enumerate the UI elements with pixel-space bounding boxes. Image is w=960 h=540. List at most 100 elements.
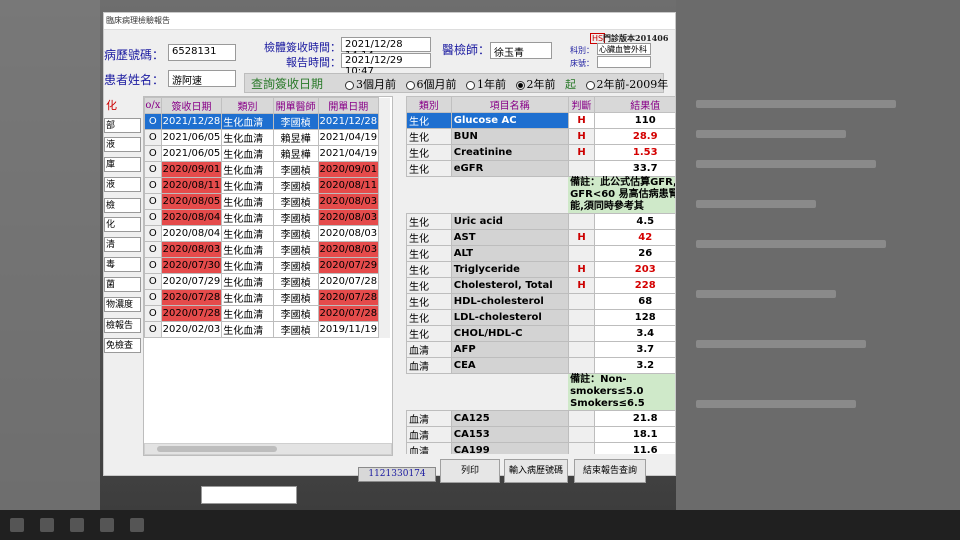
sidebar-button[interactable]: 化: [104, 97, 141, 112]
taskbar-app-icon[interactable]: [40, 518, 54, 532]
input-chart-no-button[interactable]: 輸入病歷號碼: [504, 459, 568, 483]
row-spacer: [378, 209, 390, 226]
from-label: 起: [565, 78, 576, 91]
report-row[interactable]: O 2020/08/04 生化血清 李國楨 2020/08/03: [144, 209, 390, 226]
result-item-name: Cholesterol, Total: [450, 277, 569, 294]
report-order-date: 2019/11/19: [317, 321, 380, 338]
result-row[interactable]: 生化 Creatinine H 1.53: [406, 144, 675, 161]
list-horizontal-scrollbar[interactable]: [144, 443, 392, 455]
col-order-doctor[interactable]: 開單醫師: [272, 97, 319, 114]
col-ox[interactable]: o/x: [144, 97, 162, 114]
result-row[interactable]: 生化 ALT 26: [406, 245, 675, 262]
result-item-name: BUN: [450, 128, 569, 145]
report-row[interactable]: O 2020/07/28 生化血清 李國楨 2020/07/28: [144, 305, 390, 322]
radio-2-years-2009[interactable]: 2年前-2009年: [585, 78, 668, 91]
result-row[interactable]: 生化 Cholesterol, Total H 228: [406, 277, 675, 294]
result-row[interactable]: 血清 CA153 18.1: [406, 426, 675, 443]
radio-1-year[interactable]: 1年前: [466, 78, 506, 91]
report-row[interactable]: O 2020/02/03 生化血清 李國楨 2019/11/19: [144, 321, 390, 338]
report-receive-date: 2020/08/04: [160, 209, 223, 226]
col-flag[interactable]: 判斷: [567, 96, 596, 113]
result-row[interactable]: 血清 CA125 21.8: [406, 410, 675, 427]
col-order-date[interactable]: 開單日期: [317, 97, 380, 114]
sidebar-button[interactable]: 液: [104, 177, 141, 192]
sidebar-button[interactable]: 化: [104, 217, 141, 232]
report-row[interactable]: O 2021/12/28 生化血清 李國楨 2021/12/28: [144, 113, 390, 130]
sidebar-button[interactable]: 檢報告: [104, 318, 141, 333]
sidebar-button[interactable]: 庫: [104, 157, 141, 172]
sidebar-button[interactable]: 檢: [104, 198, 141, 213]
result-flag: [567, 426, 596, 443]
result-row[interactable]: 生化 AST H 42: [406, 229, 675, 246]
radio-icon: [345, 80, 354, 90]
report-ox: O: [144, 193, 162, 210]
report-type: 生化血清: [221, 273, 274, 290]
result-category: 生化: [406, 325, 452, 342]
report-row[interactable]: O 2020/07/30 生化血清 李國楨 2020/07/29: [144, 257, 390, 274]
result-category: 血清: [406, 341, 452, 358]
taskbar-app-icon[interactable]: [100, 518, 114, 532]
result-category: 生化: [406, 293, 452, 310]
report-doctor: 賴昱樺: [272, 145, 319, 162]
report-row[interactable]: O 2020/07/28 生化血清 李國楨 2020/07/28: [144, 289, 390, 306]
result-note: 備註：Non-smokers≤5.0 Smokers≤6.5: [568, 373, 675, 411]
report-row[interactable]: O 2020/09/01 生化血清 李國楨 2020/09/01: [144, 161, 390, 178]
result-row[interactable]: 血清 AFP 3.7: [406, 341, 675, 358]
result-row[interactable]: 生化 LDL-cholesterol 128: [406, 309, 675, 326]
result-flag: [567, 410, 596, 427]
col-result[interactable]: 結果值: [594, 96, 675, 113]
exit-report-button[interactable]: 結束報告查詢: [574, 459, 646, 483]
sidebar-button[interactable]: 物濃度: [104, 297, 141, 312]
result-row[interactable]: 生化 eGFR 33.7: [406, 160, 675, 177]
result-row[interactable]: 血清 CEA 3.2: [406, 357, 675, 374]
report-row[interactable]: O 2021/06/05 生化血清 賴昱樺 2021/04/19: [144, 145, 390, 162]
result-row[interactable]: 生化 CHOL/HDL-C 3.4: [406, 325, 675, 342]
report-row[interactable]: O 2020/08/05 生化血清 李國楨 2020/08/03: [144, 193, 390, 210]
col-item-name[interactable]: 項目名稱: [450, 96, 569, 113]
col-category[interactable]: 類別: [406, 96, 452, 113]
report-doctor: 李國楨: [272, 241, 319, 258]
taskbar-app-icon[interactable]: [130, 518, 144, 532]
sidebar-button[interactable]: 部: [104, 118, 141, 133]
chart-no-field[interactable]: 6528131: [168, 44, 236, 61]
sidebar-button[interactable]: 免檢查: [104, 338, 141, 353]
result-row[interactable]: 生化 BUN H 28.9: [406, 128, 675, 145]
sidebar-button[interactable]: 毒: [104, 257, 141, 272]
print-button[interactable]: 列印: [440, 459, 500, 483]
report-doctor: 李國楨: [272, 209, 319, 226]
result-row[interactable]: 生化 Glucose AC H 110: [406, 112, 675, 129]
report-receive-date: 2020/07/30: [160, 257, 223, 274]
result-row[interactable]: 血清 CA199 11.6: [406, 442, 675, 454]
report-row[interactable]: O 2020/08/04 生化血清 李國楨 2020/08/03: [144, 225, 390, 242]
report-type: 生化血清: [221, 225, 274, 242]
receive-time-label: 檢體簽收時間：: [264, 41, 341, 54]
col-type[interactable]: 類別: [221, 97, 274, 114]
result-category: 生化: [406, 112, 452, 129]
report-row[interactable]: O 2020/07/29 生化血清 李國楨 2020/07/28: [144, 273, 390, 290]
scrollbar-thumb[interactable]: [157, 446, 277, 452]
report-order-date: 2020/09/01: [317, 161, 380, 178]
result-value: 203: [594, 261, 675, 278]
report-type: 生化血清: [221, 289, 274, 306]
report-row[interactable]: O 2021/06/05 生化血清 賴昱樺 2021/04/19: [144, 129, 390, 146]
sidebar-button[interactable]: 液: [104, 137, 141, 152]
report-row[interactable]: O 2020/08/11 生化血清 李國楨 2020/08/11: [144, 177, 390, 194]
taskbar-app-icon[interactable]: [70, 518, 84, 532]
radio-3-months[interactable]: 3個月前: [345, 78, 396, 91]
sidebar-button[interactable]: 菌: [104, 277, 141, 292]
result-row[interactable]: 生化 HDL-cholesterol 68: [406, 293, 675, 310]
result-row[interactable]: 生化 Uric acid 4.5: [406, 213, 675, 230]
sidebar-button[interactable]: 清: [104, 237, 141, 252]
result-value: 1.53: [594, 144, 675, 161]
report-doctor: 李國楨: [272, 257, 319, 274]
report-receive-date: 2020/09/01: [160, 161, 223, 178]
result-row[interactable]: 生化 Triglyceride H 203: [406, 261, 675, 278]
taskbar: [0, 510, 960, 540]
report-order-date: 2020/08/03: [317, 193, 380, 210]
col-receive-date[interactable]: 簽收日期: [160, 97, 223, 114]
radio-6-months[interactable]: 6個月前: [405, 78, 457, 91]
report-row[interactable]: O 2020/08/03 生化血清 李國楨 2020/08/03: [144, 241, 390, 258]
bottom-input-box[interactable]: [201, 486, 297, 504]
start-icon[interactable]: [10, 518, 24, 532]
radio-2-years[interactable]: 2年前: [515, 78, 556, 91]
